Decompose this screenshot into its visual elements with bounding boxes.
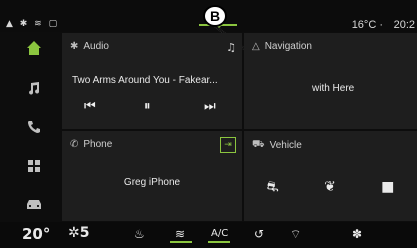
- defrost-icon[interactable]: ⌔: [290, 227, 301, 242]
- vehicle-widget[interactable]: ⛟ Vehicle ⛐ ❦ ■: [244, 131, 417, 221]
- audio-title-label: Audio: [83, 41, 109, 52]
- fan-speed[interactable]: ✲5: [68, 225, 89, 241]
- vehicle-widget-title: ⛟ Vehicle: [252, 139, 302, 152]
- auto-climate-icon[interactable]: ✽: [352, 227, 362, 241]
- navigation-widget-title: △ Navigation: [252, 41, 312, 52]
- pause-button[interactable]: ⏸: [144, 99, 151, 114]
- clock: 20:2: [393, 19, 415, 31]
- vehicle-title-label: Vehicle: [269, 140, 302, 151]
- next-track-button[interactable]: ⏭: [204, 99, 216, 114]
- navigation-provider-text: with Here: [312, 83, 355, 94]
- home-icon: [27, 41, 41, 55]
- climate-bar: 20° ✲5 ♨ ≋ A/C ↺ ⌔ ✽: [0, 222, 417, 248]
- sidebar-item-vehicle[interactable]: [14, 189, 54, 219]
- navigation-icon: △: [252, 41, 260, 52]
- outside-temperature: 16°C ·: [351, 19, 383, 31]
- vehicle-shortcuts: ⛐ ❦ ■: [244, 179, 417, 197]
- music-note-icon: ♫: [226, 41, 236, 54]
- recirculation-icon[interactable]: ↺: [254, 227, 264, 241]
- vehicle-title-icon: ⛟: [252, 139, 265, 150]
- phone-title-label: Phone: [83, 139, 113, 150]
- seat-heat-icon[interactable]: ♨: [134, 227, 145, 241]
- previous-track-button[interactable]: ⏮: [84, 99, 96, 114]
- sidebar-item-phone[interactable]: [14, 112, 54, 142]
- ac-button[interactable]: A/C: [211, 228, 228, 239]
- heated-seat-icon[interactable]: ≋: [175, 227, 185, 241]
- bluetooth-icon: ✱: [70, 41, 79, 52]
- fan-icon: ✲: [68, 225, 80, 241]
- sidebar-item-home[interactable]: [14, 33, 54, 63]
- sidebar-item-music[interactable]: [14, 73, 54, 103]
- car-icon: [27, 200, 41, 209]
- camera-icon[interactable]: ■: [381, 179, 394, 197]
- driving-assist-icon[interactable]: ⛐: [267, 179, 279, 197]
- phone-icon: [28, 121, 40, 133]
- callout-b: B: [203, 5, 227, 27]
- ac-active-indicator: [208, 241, 230, 243]
- sidebar: [14, 33, 54, 221]
- infotainment-screen: ▲ ✱ ≋ ▢ 16°C · 20:2 B 2: [0, 0, 417, 248]
- music-icon: [29, 82, 40, 95]
- track-title: Two Arms Around You - Fakear...: [72, 75, 218, 86]
- heated-seat-level: [170, 241, 192, 243]
- audio-widget-title: ✱ Audio: [70, 41, 109, 52]
- fan-level: 5: [79, 225, 90, 241]
- navigation-title-label: Navigation: [264, 41, 312, 52]
- audio-widget[interactable]: ✱ Audio ♫ Two Arms Around You - Fakear..…: [62, 33, 242, 129]
- eco-leaf-icon[interactable]: ❦: [324, 179, 336, 197]
- phone-widget[interactable]: ✆ Phone ⇥ Greg iPhone: [62, 131, 242, 221]
- climate-temperature[interactable]: 20°: [22, 225, 50, 243]
- phone-widget-title: ✆ Phone: [70, 139, 112, 150]
- phone-device-name: Greg iPhone: [123, 177, 181, 188]
- sidebar-item-apps[interactable]: [14, 151, 54, 181]
- status-icons: ▲ ✱ ≋ ▢: [6, 19, 60, 29]
- navigation-widget[interactable]: △ Navigation with Here: [244, 33, 417, 129]
- phone-mirror-button[interactable]: ⇥: [220, 137, 236, 153]
- phone-title-icon: ✆: [70, 139, 79, 150]
- apps-grid-icon: [28, 160, 40, 172]
